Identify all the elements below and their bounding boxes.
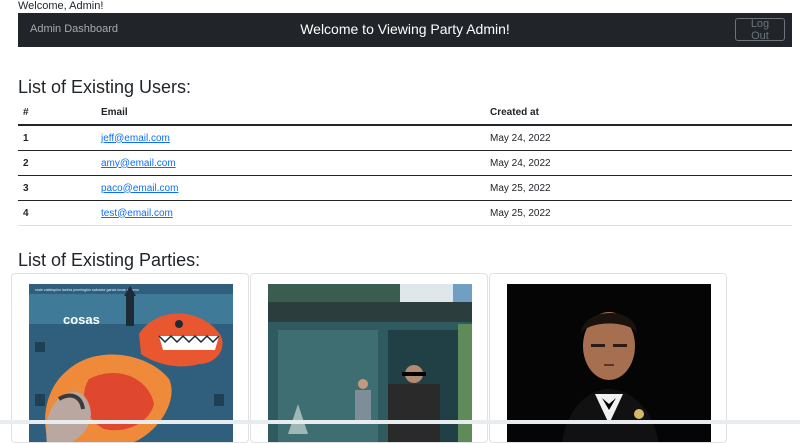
party-card[interactable]: [250, 273, 488, 443]
user-email-cell: paco@email.com: [96, 175, 485, 201]
users-section-title: List of Existing Users:: [18, 77, 192, 97]
user-email-link[interactable]: test@email.com: [101, 208, 173, 219]
user-created-at: May 24, 2022: [485, 125, 792, 151]
user-email-link[interactable]: paco@email.com: [101, 183, 178, 194]
user-created-at: May 24, 2022: [485, 150, 792, 176]
table-row: 2 amy@email.com May 24, 2022: [18, 150, 792, 176]
user-number: 1: [18, 125, 96, 151]
welcome-message: Welcome, Admin!: [18, 0, 104, 12]
user-email-cell: jeff@email.com: [96, 125, 485, 151]
party-card[interactable]: rosie valdespino lavinia pennington salv…: [11, 273, 249, 443]
table-row: 4 test@email.com May 25, 2022: [18, 200, 792, 226]
user-email-cell: test@email.com: [96, 200, 485, 226]
top-navbar: Admin Dashboard Welcome to Viewing Party…: [18, 13, 792, 47]
table-row: 1 jeff@email.com May 24, 2022: [18, 125, 792, 151]
poster-title: cosas: [63, 312, 100, 327]
user-email-link[interactable]: jeff@email.com: [101, 133, 170, 144]
logout-button[interactable]: Log Out: [735, 18, 785, 42]
user-number: 4: [18, 200, 96, 226]
poster-credits: rosie valdespino lavinia pennington salv…: [35, 288, 139, 292]
user-created-at: May 25, 2022: [485, 175, 792, 201]
party-card[interactable]: [489, 273, 727, 443]
table-row: 3 paco@email.com May 25, 2022: [18, 175, 792, 201]
redaction-bar: [402, 372, 426, 376]
user-number: 2: [18, 150, 96, 176]
user-created-at: May 25, 2022: [485, 200, 792, 226]
user-email-link[interactable]: amy@email.com: [101, 158, 176, 169]
users-table: # Email Created at 1 jeff@email.com May …: [18, 100, 792, 226]
horizontal-scrollbar[interactable]: [0, 420, 800, 424]
parties-section-title: List of Existing Parties:: [18, 250, 201, 270]
user-email-cell: amy@email.com: [96, 150, 485, 176]
navbar-title: Welcome to Viewing Party Admin!: [300, 21, 510, 37]
column-header-created-at: Created at: [485, 100, 792, 126]
column-header-number: #: [18, 100, 96, 126]
column-header-email: Email: [96, 100, 485, 126]
user-number: 3: [18, 175, 96, 201]
table-header-row: # Email Created at: [18, 100, 792, 126]
